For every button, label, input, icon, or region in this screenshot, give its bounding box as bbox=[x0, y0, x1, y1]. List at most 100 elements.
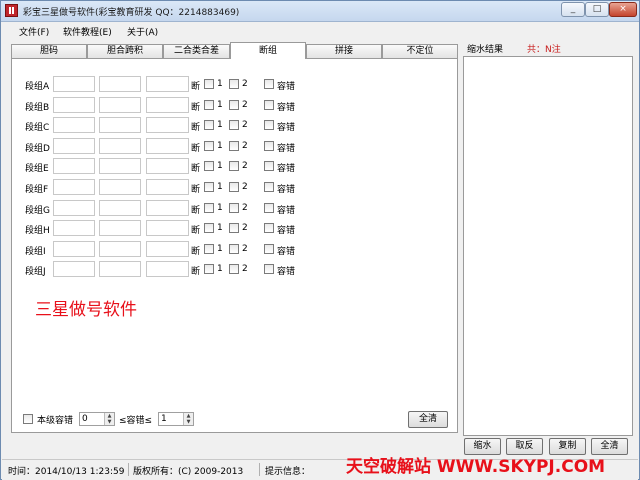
duan-1-checkbox[interactable] bbox=[204, 264, 214, 275]
rongcuo-checkbox[interactable] bbox=[264, 264, 274, 275]
brand-text: 三星做号软件 bbox=[35, 300, 137, 320]
group-input-2[interactable] bbox=[99, 96, 141, 113]
group-input-1[interactable] bbox=[53, 158, 95, 175]
duan-1-checkbox[interactable] bbox=[204, 140, 214, 151]
duan-2-checkbox[interactable] bbox=[229, 79, 239, 89]
group-input-1[interactable] bbox=[53, 179, 95, 195]
group-input-2[interactable] bbox=[99, 158, 141, 175]
max-rongcuo-value: 1 bbox=[161, 414, 167, 424]
max-rongcuo-spinner[interactable]: 1 ▲ ▼ bbox=[158, 412, 194, 426]
duan-1-checkbox[interactable] bbox=[204, 182, 214, 192]
duan-1-label: 1 bbox=[217, 202, 223, 213]
duan-2-checkbox[interactable] bbox=[229, 99, 239, 110]
duan-2-checkbox[interactable] bbox=[229, 223, 239, 234]
group-input-3[interactable] bbox=[146, 158, 189, 175]
duan-1-checkbox[interactable] bbox=[204, 223, 214, 234]
group-input-1[interactable] bbox=[53, 220, 95, 237]
duan-2-checkbox[interactable] bbox=[229, 264, 239, 275]
tab-danma[interactable]: 胆码 bbox=[11, 44, 87, 58]
rongcuo-checkbox[interactable] bbox=[264, 223, 274, 234]
spinner-arrows-icon[interactable]: ▲ ▼ bbox=[183, 413, 193, 425]
duan-1-checkbox[interactable] bbox=[204, 161, 214, 172]
group-label: 段组C bbox=[25, 123, 50, 134]
status-divider bbox=[259, 463, 260, 476]
menu-file[interactable]: 文件(F) bbox=[19, 25, 49, 38]
spinner-arrows-icon[interactable]: ▲ ▼ bbox=[104, 413, 114, 425]
tab-duanzu[interactable]: 断组 bbox=[230, 42, 306, 59]
group-input-1[interactable] bbox=[53, 199, 95, 216]
duan-1-checkbox[interactable] bbox=[204, 120, 214, 131]
rongcuo-checkbox[interactable] bbox=[264, 182, 274, 192]
group-input-2[interactable] bbox=[99, 137, 141, 154]
group-row: 段组H 断 1 2 容错 bbox=[12, 220, 452, 237]
status-time: 时间：2014/10/13 1:23:59 bbox=[8, 467, 125, 477]
tab-budingwei[interactable]: 不定位 bbox=[382, 44, 458, 58]
group-input-2[interactable] bbox=[99, 76, 141, 92]
duan-2-label: 2 bbox=[242, 243, 248, 254]
group-input-1[interactable] bbox=[53, 117, 95, 134]
rongcuo-checkbox[interactable] bbox=[264, 140, 274, 151]
group-input-3[interactable] bbox=[146, 117, 189, 134]
group-input-3[interactable] bbox=[146, 179, 189, 195]
result-panel: 缩水结果 共：N注 bbox=[463, 42, 635, 436]
duan-1-label: 1 bbox=[217, 161, 223, 172]
tab-danhekuaji[interactable]: 胆合跨积 bbox=[87, 44, 163, 58]
group-input-2[interactable] bbox=[99, 240, 141, 257]
tab-pinjie[interactable]: 拼接 bbox=[306, 44, 382, 58]
close-button[interactable]: × bbox=[609, 2, 637, 17]
group-input-1[interactable] bbox=[53, 96, 95, 113]
level-rongcuo-checkbox[interactable] bbox=[23, 414, 33, 424]
duan-1-checkbox[interactable] bbox=[204, 79, 214, 89]
group-input-2[interactable] bbox=[99, 220, 141, 237]
duan-1-label: 1 bbox=[217, 223, 223, 234]
duan-label: 断 bbox=[191, 82, 201, 92]
group-input-1[interactable] bbox=[53, 261, 95, 278]
duan-2-checkbox[interactable] bbox=[229, 182, 239, 192]
group-input-2[interactable] bbox=[99, 261, 141, 278]
result-textarea[interactable] bbox=[463, 56, 633, 436]
rongcuo-checkbox[interactable] bbox=[264, 99, 274, 110]
clear-all-button[interactable]: 全清 bbox=[408, 411, 448, 428]
duan-1-checkbox[interactable] bbox=[204, 202, 214, 213]
group-row: 段组G 断 1 2 容错 bbox=[12, 199, 452, 216]
duan-2-checkbox[interactable] bbox=[229, 140, 239, 151]
menu-tutorial[interactable]: 软件教程(E) bbox=[63, 25, 112, 38]
group-input-3[interactable] bbox=[146, 96, 189, 113]
duan-1-checkbox[interactable] bbox=[204, 243, 214, 254]
group-input-1[interactable] bbox=[53, 137, 95, 154]
group-input-3[interactable] bbox=[146, 137, 189, 154]
duan-label: 断 bbox=[191, 102, 201, 113]
rongcuo-label: 容错 bbox=[277, 82, 296, 92]
maximize-button[interactable]: □ bbox=[585, 2, 609, 17]
duan-2-checkbox[interactable] bbox=[229, 120, 239, 131]
rongcuo-checkbox[interactable] bbox=[264, 161, 274, 172]
minimize-button[interactable]: _ bbox=[561, 2, 585, 17]
group-input-1[interactable] bbox=[53, 76, 95, 92]
group-input-3[interactable] bbox=[146, 76, 189, 92]
group-input-3[interactable] bbox=[146, 261, 189, 278]
rongcuo-checkbox[interactable] bbox=[264, 79, 274, 89]
duan-2-checkbox[interactable] bbox=[229, 202, 239, 213]
rongcuo-label: 容错 bbox=[277, 123, 296, 134]
duan-2-label: 2 bbox=[242, 140, 248, 151]
rongcuo-checkbox[interactable] bbox=[264, 120, 274, 131]
group-input-2[interactable] bbox=[99, 179, 141, 195]
menu-about[interactable]: 关于(A) bbox=[127, 25, 158, 38]
min-rongcuo-spinner[interactable]: 0 ▲ ▼ bbox=[79, 412, 115, 426]
rongcuo-checkbox[interactable] bbox=[264, 202, 274, 213]
group-input-1[interactable] bbox=[53, 240, 95, 257]
group-input-2[interactable] bbox=[99, 199, 141, 216]
status-hint: 提示信息： bbox=[265, 467, 311, 477]
tab-erhe[interactable]: 二合类合差 bbox=[163, 44, 230, 58]
duan-1-label: 1 bbox=[217, 120, 223, 131]
duan-1-checkbox[interactable] bbox=[204, 99, 214, 110]
rongcuo-label: 容错 bbox=[277, 185, 296, 195]
rongcuo-checkbox[interactable] bbox=[264, 243, 274, 254]
duan-2-checkbox[interactable] bbox=[229, 243, 239, 254]
group-input-3[interactable] bbox=[146, 220, 189, 237]
group-input-2[interactable] bbox=[99, 117, 141, 134]
duan-label: 断 bbox=[191, 246, 201, 257]
group-input-3[interactable] bbox=[146, 240, 189, 257]
duan-2-checkbox[interactable] bbox=[229, 161, 239, 172]
group-input-3[interactable] bbox=[146, 199, 189, 216]
